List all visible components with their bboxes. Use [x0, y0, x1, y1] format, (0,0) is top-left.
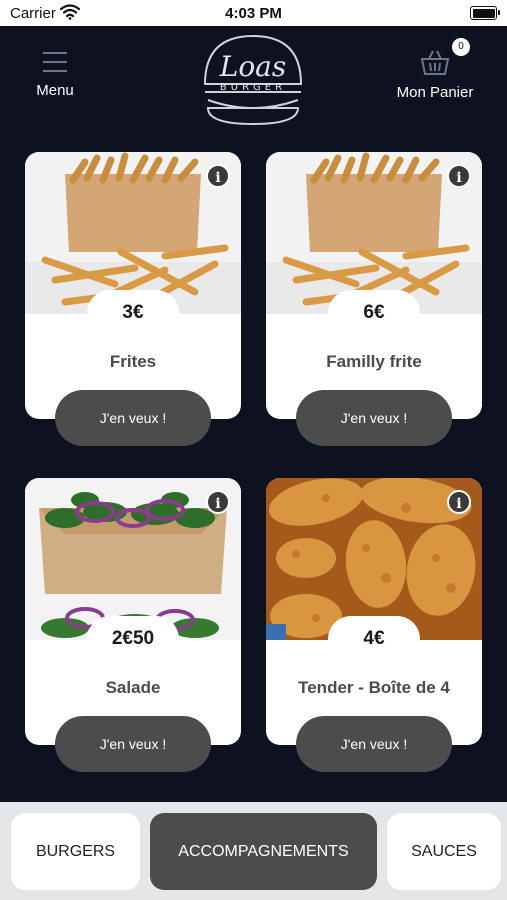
- menu-button[interactable]: Menu: [30, 48, 80, 99]
- svg-text:BURGER: BURGER: [220, 82, 286, 93]
- svg-text:Loas: Loas: [219, 50, 287, 83]
- product-name: Tender - Boîte de 4: [298, 678, 450, 697]
- product-name: Familly frite: [326, 352, 422, 371]
- cart-button[interactable]: 0 Mon Panier: [393, 38, 477, 101]
- product-name: Salade: [105, 678, 161, 697]
- clock: 4:03 PM: [225, 5, 282, 22]
- product-card: i 6€ Familly frite J'en veux !: [266, 152, 482, 446]
- price-badge: 4€: [328, 616, 420, 662]
- category-tab-bar: BURGERS ACCOMPAGNEMENTS SAUCES: [0, 802, 507, 900]
- add-to-cart-button[interactable]: J'en veux !: [296, 390, 452, 446]
- add-to-cart-button[interactable]: J'en veux !: [296, 716, 452, 772]
- info-button[interactable]: i: [206, 164, 230, 188]
- app-header: Menu Loas BURGER 0 Mon Panier: [0, 26, 507, 136]
- menu-label: Menu: [36, 82, 74, 99]
- basket-icon: 0: [420, 38, 470, 78]
- tab-sauces[interactable]: SAUCES: [387, 813, 501, 890]
- product-card: i 2€50 Salade J'en veux !: [25, 478, 241, 772]
- status-bar: Carrier 4:03 PM: [0, 0, 507, 26]
- cart-count-badge: 0: [452, 38, 470, 56]
- info-button[interactable]: i: [447, 490, 471, 514]
- price-badge: 6€: [328, 290, 420, 336]
- product-card: i 3€ Frites J'en veux !: [25, 152, 241, 446]
- battery-icon: [470, 6, 500, 20]
- price-badge: 2€50: [87, 616, 179, 662]
- tab-burgers[interactable]: BURGERS: [11, 813, 140, 890]
- hamburger-icon: [43, 52, 67, 72]
- tab-accompagnements[interactable]: ACCOMPAGNEMENTS: [150, 813, 377, 890]
- logo: Loas BURGER: [200, 30, 306, 128]
- info-button[interactable]: i: [447, 164, 471, 188]
- cart-label: Mon Panier: [396, 84, 474, 101]
- price-badge: 3€: [87, 290, 179, 336]
- info-button[interactable]: i: [206, 490, 230, 514]
- add-to-cart-button[interactable]: J'en veux !: [55, 716, 211, 772]
- product-card: i 4€ Tender - Boîte de 4 J'en veux !: [266, 478, 482, 772]
- add-to-cart-button[interactable]: J'en veux !: [55, 390, 211, 446]
- product-name: Frites: [109, 352, 157, 371]
